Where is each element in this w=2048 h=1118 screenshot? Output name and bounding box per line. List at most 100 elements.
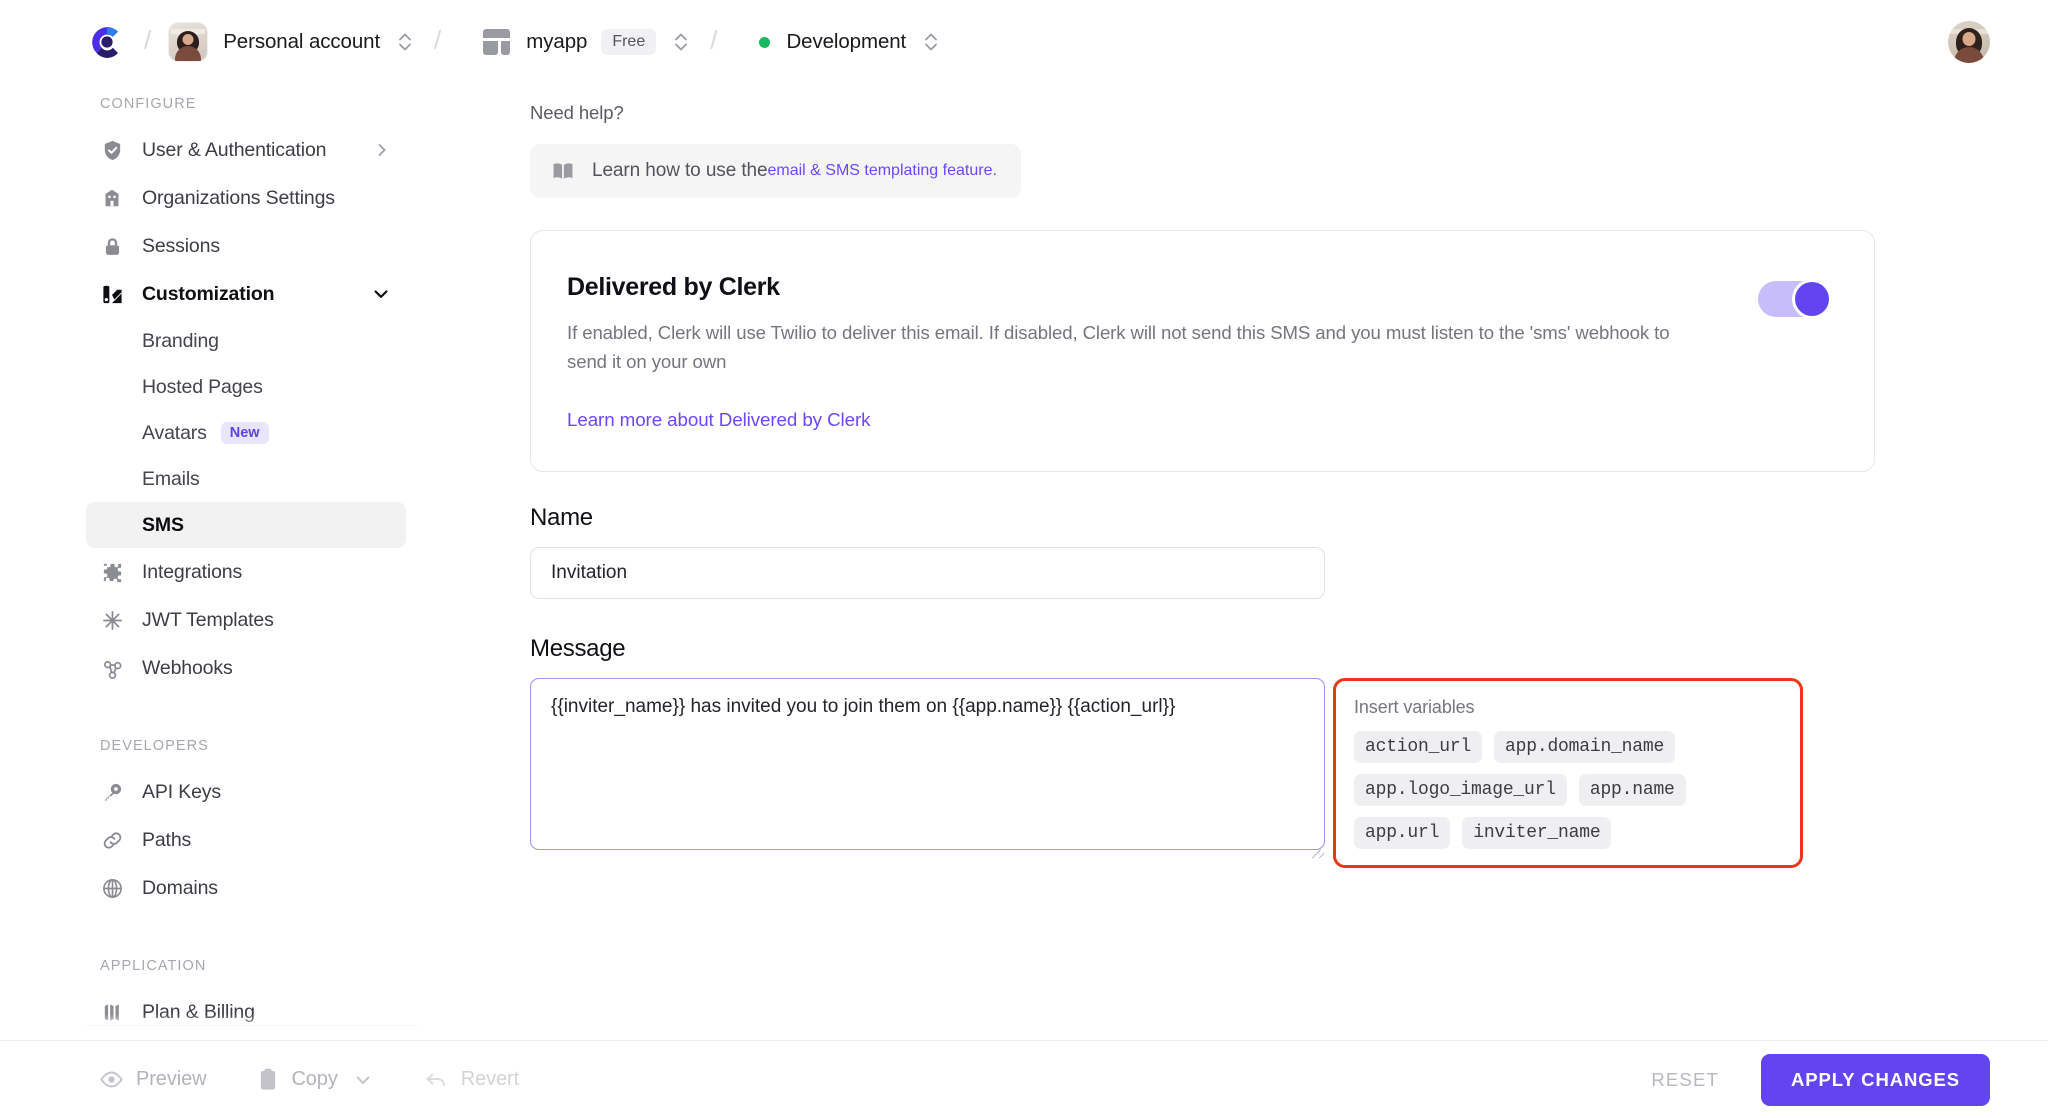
- new-badge: New: [220, 422, 269, 444]
- delivered-card-title: Delivered by Clerk: [567, 273, 780, 301]
- top-navigation-bar: / Personal account / myapp Free / Develo…: [0, 0, 2048, 84]
- help-banner[interactable]: Learn how to use the email & SMS templat…: [530, 144, 1021, 198]
- toggle-knob: [1795, 282, 1829, 316]
- sidebar-section-configure: CONFIGURE: [100, 96, 197, 112]
- sidebar-item-label: Paths: [142, 828, 192, 851]
- eye-icon: [100, 1071, 123, 1088]
- webhook-icon: [100, 656, 124, 680]
- sidebar-section-application: APPLICATION: [100, 958, 207, 974]
- variable-chip-app-url[interactable]: app.url: [1354, 816, 1451, 849]
- preview-button[interactable]: Preview: [100, 1068, 207, 1091]
- undo-arrow-icon: [424, 1070, 448, 1090]
- globe-icon: [100, 876, 124, 900]
- environment-breadcrumb[interactable]: Development: [759, 25, 942, 59]
- sidebar-item-user-authentication[interactable]: User & Authentication: [86, 126, 406, 174]
- sidebar-item-branding[interactable]: Branding: [86, 318, 406, 364]
- delivered-card-description: If enabled, Clerk will use Twilio to del…: [567, 322, 1670, 372]
- account-stepper-chevron-up-down-icon[interactable]: [394, 25, 416, 59]
- sidebar-item-emails[interactable]: Emails: [86, 456, 406, 502]
- environment-stepper-chevron-up-down-icon[interactable]: [920, 25, 942, 59]
- sidebar-item-label: API Keys: [142, 780, 221, 803]
- sidebar-item-domains[interactable]: Domains: [86, 864, 406, 912]
- account-avatar: [169, 23, 208, 61]
- clipboard-icon: [258, 1068, 278, 1091]
- sidebar-item-label: Integrations: [142, 560, 243, 583]
- reset-button[interactable]: RESET: [1651, 1069, 1719, 1091]
- message-textarea[interactable]: [530, 677, 1325, 850]
- delivered-by-clerk-card: Delivered by Clerk If enabled, Clerk wil…: [530, 230, 1875, 472]
- sidebar-item-label: JWT Templates: [142, 608, 274, 631]
- variable-chip-app-logo-image-url[interactable]: app.logo_image_url: [1354, 773, 1567, 806]
- app-grid-icon: [483, 29, 511, 55]
- sidebar-item-label: Webhooks: [142, 656, 233, 679]
- name-input[interactable]: [530, 546, 1325, 599]
- variable-chip-app-domain-name[interactable]: app.domain_name: [1494, 730, 1676, 763]
- environment-label: Development: [786, 30, 907, 53]
- shield-check-icon: [100, 138, 124, 162]
- sidebar-subitem-label: Emails: [142, 467, 200, 490]
- sidebar-item-avatars[interactable]: Avatars New: [86, 410, 406, 456]
- sidebar-item-label: Sessions: [142, 234, 220, 257]
- breadcrumb-separator-3: /: [710, 24, 718, 55]
- key-icon: [100, 780, 124, 804]
- breadcrumb-separator: /: [144, 24, 152, 55]
- sidebar-item-label: Domains: [142, 876, 218, 899]
- variable-chip-list: action_url app.domain_name app.logo_imag…: [1354, 730, 1782, 849]
- breadcrumb-separator-2: /: [434, 24, 442, 55]
- preview-label: Preview: [136, 1068, 207, 1090]
- sidebar-item-customization[interactable]: Customization: [86, 270, 406, 318]
- clerk-logo-icon[interactable]: [88, 23, 126, 61]
- variable-chip-action-url[interactable]: action_url: [1354, 730, 1483, 763]
- sidebar-section-developers: DEVELOPERS: [100, 738, 209, 754]
- learn-more-delivered-by-clerk-link[interactable]: Learn more about Delivered by Clerk: [567, 409, 871, 431]
- revert-button[interactable]: Revert: [424, 1068, 519, 1091]
- sidebar-subitem-label: SMS: [142, 513, 184, 536]
- account-breadcrumb[interactable]: Personal account: [169, 23, 416, 61]
- asterisk-icon: [100, 608, 124, 632]
- bottom-action-bar: Preview Copy Revert RESET APPLY CHANGES: [0, 1040, 2048, 1118]
- bottom-bar-right-actions: RESET APPLY CHANGES: [1651, 1053, 1990, 1106]
- sidebar-item-sessions[interactable]: Sessions: [86, 222, 406, 270]
- main-content-area: Need help? Learn how to use the email & …: [420, 72, 2048, 1040]
- copy-button[interactable]: Copy: [258, 1068, 371, 1091]
- user-avatar[interactable]: [1948, 21, 1990, 63]
- book-icon: [552, 162, 574, 180]
- message-row: Insert variables action_url app.domain_n…: [530, 677, 2048, 868]
- chevron-right-icon: [374, 142, 390, 158]
- need-help-label: Need help?: [530, 102, 624, 123]
- sidebar-item-organizations-settings[interactable]: Organizations Settings: [86, 174, 406, 222]
- sidebar-subitem-label: Branding: [142, 329, 219, 352]
- variable-chip-app-name[interactable]: app.name: [1578, 773, 1686, 806]
- sidebar-item-sms[interactable]: SMS: [86, 502, 406, 548]
- customization-icon: [100, 282, 124, 306]
- copy-label: Copy: [291, 1068, 338, 1090]
- app-stepper-chevron-up-down-icon[interactable]: [670, 25, 692, 59]
- sidebar-item-jwt-templates[interactable]: JWT Templates: [86, 596, 406, 644]
- sidebar-item-label: Organizations Settings: [142, 186, 335, 209]
- sidebar-scroll-fade: [0, 1014, 420, 1040]
- message-field-label: Message: [530, 634, 626, 662]
- account-label: Personal account: [223, 30, 381, 53]
- sidebar-item-paths[interactable]: Paths: [86, 816, 406, 864]
- variable-chip-inviter-name[interactable]: inviter_name: [1462, 816, 1612, 849]
- insert-variables-panel: Insert variables action_url app.domain_n…: [1333, 677, 1803, 868]
- delivered-by-clerk-toggle[interactable]: [1758, 281, 1830, 317]
- chevron-down-icon: [372, 285, 390, 303]
- sidebar-item-hosted-pages[interactable]: Hosted Pages: [86, 364, 406, 410]
- sidebar-item-integrations[interactable]: Integrations: [86, 548, 406, 596]
- templating-feature-link[interactable]: email & SMS templating feature.: [767, 162, 996, 180]
- sidebar-subitem-label: Avatars: [142, 421, 207, 444]
- app-label: myapp: [526, 30, 588, 53]
- chevron-down-icon[interactable]: [354, 1071, 372, 1089]
- plan-badge: Free: [601, 29, 657, 55]
- sidebar-item-api-keys[interactable]: API Keys: [86, 768, 406, 816]
- sidebar-navigation: CONFIGURE User & Authentication Organiza…: [0, 72, 420, 1040]
- building-icon: [100, 186, 124, 210]
- puzzle-icon: [100, 560, 124, 584]
- sidebar-item-label: User & Authentication: [142, 138, 327, 161]
- apply-changes-button[interactable]: APPLY CHANGES: [1761, 1053, 1990, 1106]
- sidebar-item-webhooks[interactable]: Webhooks: [86, 644, 406, 692]
- lock-icon: [100, 234, 124, 258]
- help-banner-text: Learn how to use the: [592, 160, 768, 181]
- app-breadcrumb[interactable]: myapp Free: [483, 25, 692, 59]
